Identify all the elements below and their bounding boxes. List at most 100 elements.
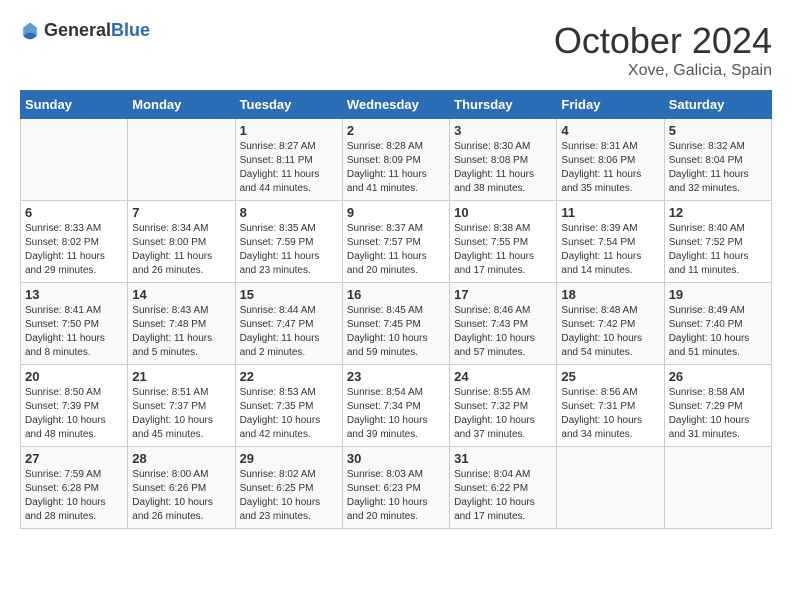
logo: GeneralBlue: [20, 20, 150, 41]
day-info: Sunrise: 8:49 AMSunset: 7:40 PMDaylight:…: [669, 304, 767, 360]
calendar-week: 13 Sunrise: 8:41 AMSunset: 7:50 PMDaylig…: [21, 283, 772, 365]
weekday-header: Thursday: [450, 91, 557, 119]
calendar-cell: 22 Sunrise: 8:53 AMSunset: 7:35 PMDaylig…: [235, 365, 342, 447]
calendar-cell: 3 Sunrise: 8:30 AMSunset: 8:08 PMDayligh…: [450, 119, 557, 201]
day-info: Sunrise: 8:46 AMSunset: 7:43 PMDaylight:…: [454, 304, 552, 360]
day-info: Sunrise: 8:28 AMSunset: 8:09 PMDaylight:…: [347, 140, 445, 196]
day-number: 4: [561, 123, 659, 138]
day-info: Sunrise: 8:56 AMSunset: 7:31 PMDaylight:…: [561, 386, 659, 442]
day-info: Sunrise: 8:02 AMSunset: 6:25 PMDaylight:…: [240, 468, 338, 524]
day-number: 16: [347, 287, 445, 302]
day-number: 19: [669, 287, 767, 302]
day-info: Sunrise: 8:39 AMSunset: 7:54 PMDaylight:…: [561, 222, 659, 278]
calendar-cell: [664, 447, 771, 529]
day-number: 14: [132, 287, 230, 302]
day-info: Sunrise: 8:51 AMSunset: 7:37 PMDaylight:…: [132, 386, 230, 442]
day-number: 13: [25, 287, 123, 302]
day-number: 21: [132, 369, 230, 384]
day-number: 11: [561, 205, 659, 220]
day-number: 29: [240, 451, 338, 466]
calendar-week: 1 Sunrise: 8:27 AMSunset: 8:11 PMDayligh…: [21, 119, 772, 201]
calendar-cell: 8 Sunrise: 8:35 AMSunset: 7:59 PMDayligh…: [235, 201, 342, 283]
weekday-header: Monday: [128, 91, 235, 119]
calendar-cell: 29 Sunrise: 8:02 AMSunset: 6:25 PMDaylig…: [235, 447, 342, 529]
calendar-cell: 14 Sunrise: 8:43 AMSunset: 7:48 PMDaylig…: [128, 283, 235, 365]
day-number: 2: [347, 123, 445, 138]
calendar-table: SundayMondayTuesdayWednesdayThursdayFrid…: [20, 90, 772, 529]
calendar-cell: 7 Sunrise: 8:34 AMSunset: 8:00 PMDayligh…: [128, 201, 235, 283]
day-info: Sunrise: 8:41 AMSunset: 7:50 PMDaylight:…: [25, 304, 123, 360]
weekday-header: Wednesday: [342, 91, 449, 119]
calendar-header: SundayMondayTuesdayWednesdayThursdayFrid…: [21, 91, 772, 119]
day-info: Sunrise: 8:55 AMSunset: 7:32 PMDaylight:…: [454, 386, 552, 442]
calendar-cell: [21, 119, 128, 201]
page-header: GeneralBlue October 2024 Xove, Galicia, …: [20, 20, 772, 80]
day-number: 24: [454, 369, 552, 384]
day-number: 28: [132, 451, 230, 466]
day-info: Sunrise: 8:40 AMSunset: 7:52 PMDaylight:…: [669, 222, 767, 278]
day-number: 1: [240, 123, 338, 138]
logo-text: GeneralBlue: [44, 20, 150, 41]
weekday-header: Friday: [557, 91, 664, 119]
day-number: 17: [454, 287, 552, 302]
day-number: 23: [347, 369, 445, 384]
day-number: 20: [25, 369, 123, 384]
calendar-cell: [557, 447, 664, 529]
calendar-cell: 28 Sunrise: 8:00 AMSunset: 6:26 PMDaylig…: [128, 447, 235, 529]
calendar-cell: 2 Sunrise: 8:28 AMSunset: 8:09 PMDayligh…: [342, 119, 449, 201]
day-number: 5: [669, 123, 767, 138]
day-info: Sunrise: 8:35 AMSunset: 7:59 PMDaylight:…: [240, 222, 338, 278]
day-number: 9: [347, 205, 445, 220]
calendar-cell: 1 Sunrise: 8:27 AMSunset: 8:11 PMDayligh…: [235, 119, 342, 201]
calendar-cell: 11 Sunrise: 8:39 AMSunset: 7:54 PMDaylig…: [557, 201, 664, 283]
calendar-cell: 4 Sunrise: 8:31 AMSunset: 8:06 PMDayligh…: [557, 119, 664, 201]
calendar-cell: 9 Sunrise: 8:37 AMSunset: 7:57 PMDayligh…: [342, 201, 449, 283]
day-info: Sunrise: 7:59 AMSunset: 6:28 PMDaylight:…: [25, 468, 123, 524]
calendar-cell: 10 Sunrise: 8:38 AMSunset: 7:55 PMDaylig…: [450, 201, 557, 283]
day-number: 8: [240, 205, 338, 220]
day-number: 22: [240, 369, 338, 384]
calendar-cell: 17 Sunrise: 8:46 AMSunset: 7:43 PMDaylig…: [450, 283, 557, 365]
calendar-cell: 18 Sunrise: 8:48 AMSunset: 7:42 PMDaylig…: [557, 283, 664, 365]
location-title: Xove, Galicia, Spain: [554, 62, 772, 80]
day-info: Sunrise: 8:33 AMSunset: 8:02 PMDaylight:…: [25, 222, 123, 278]
month-title: October 2024: [554, 20, 772, 62]
logo-icon: [20, 21, 40, 41]
day-info: Sunrise: 8:03 AMSunset: 6:23 PMDaylight:…: [347, 468, 445, 524]
calendar-cell: 24 Sunrise: 8:55 AMSunset: 7:32 PMDaylig…: [450, 365, 557, 447]
calendar-cell: 19 Sunrise: 8:49 AMSunset: 7:40 PMDaylig…: [664, 283, 771, 365]
weekday-header: Saturday: [664, 91, 771, 119]
day-info: Sunrise: 8:45 AMSunset: 7:45 PMDaylight:…: [347, 304, 445, 360]
day-info: Sunrise: 8:50 AMSunset: 7:39 PMDaylight:…: [25, 386, 123, 442]
day-info: Sunrise: 8:04 AMSunset: 6:22 PMDaylight:…: [454, 468, 552, 524]
day-info: Sunrise: 8:31 AMSunset: 8:06 PMDaylight:…: [561, 140, 659, 196]
weekday-header: Tuesday: [235, 91, 342, 119]
title-section: October 2024 Xove, Galicia, Spain: [554, 20, 772, 80]
day-number: 30: [347, 451, 445, 466]
day-info: Sunrise: 8:43 AMSunset: 7:48 PMDaylight:…: [132, 304, 230, 360]
logo-blue: Blue: [111, 20, 150, 40]
day-number: 27: [25, 451, 123, 466]
logo-general: General: [44, 20, 111, 40]
day-info: Sunrise: 8:27 AMSunset: 8:11 PMDaylight:…: [240, 140, 338, 196]
calendar-cell: 6 Sunrise: 8:33 AMSunset: 8:02 PMDayligh…: [21, 201, 128, 283]
calendar-cell: 31 Sunrise: 8:04 AMSunset: 6:22 PMDaylig…: [450, 447, 557, 529]
weekday-header: Sunday: [21, 91, 128, 119]
day-info: Sunrise: 8:34 AMSunset: 8:00 PMDaylight:…: [132, 222, 230, 278]
calendar-cell: 16 Sunrise: 8:45 AMSunset: 7:45 PMDaylig…: [342, 283, 449, 365]
calendar-week: 20 Sunrise: 8:50 AMSunset: 7:39 PMDaylig…: [21, 365, 772, 447]
day-info: Sunrise: 8:44 AMSunset: 7:47 PMDaylight:…: [240, 304, 338, 360]
calendar-cell: 12 Sunrise: 8:40 AMSunset: 7:52 PMDaylig…: [664, 201, 771, 283]
day-number: 7: [132, 205, 230, 220]
day-info: Sunrise: 8:38 AMSunset: 7:55 PMDaylight:…: [454, 222, 552, 278]
day-info: Sunrise: 8:37 AMSunset: 7:57 PMDaylight:…: [347, 222, 445, 278]
calendar-cell: 20 Sunrise: 8:50 AMSunset: 7:39 PMDaylig…: [21, 365, 128, 447]
day-number: 18: [561, 287, 659, 302]
calendar-cell: 5 Sunrise: 8:32 AMSunset: 8:04 PMDayligh…: [664, 119, 771, 201]
day-info: Sunrise: 8:30 AMSunset: 8:08 PMDaylight:…: [454, 140, 552, 196]
day-number: 31: [454, 451, 552, 466]
calendar-week: 6 Sunrise: 8:33 AMSunset: 8:02 PMDayligh…: [21, 201, 772, 283]
day-number: 10: [454, 205, 552, 220]
day-number: 15: [240, 287, 338, 302]
calendar-cell: 23 Sunrise: 8:54 AMSunset: 7:34 PMDaylig…: [342, 365, 449, 447]
